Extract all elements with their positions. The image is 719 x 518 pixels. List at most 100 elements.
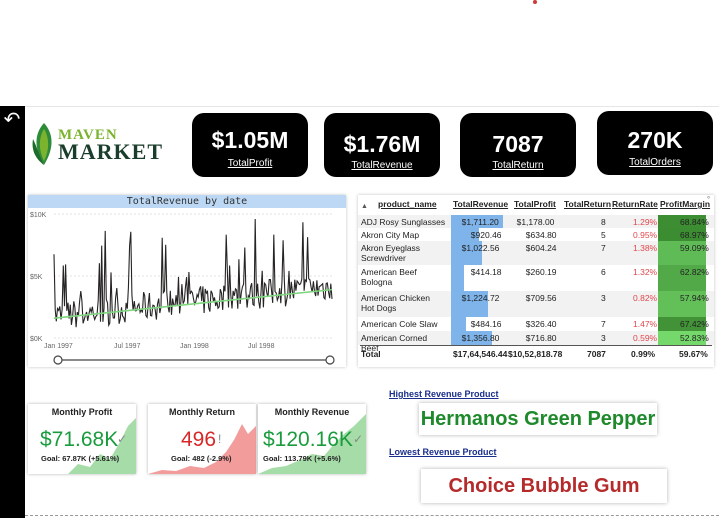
total-revenue-cell: $414.18 xyxy=(470,267,502,277)
kpi-label[interactable]: TotalProfit xyxy=(192,158,308,169)
check-icon: ✓ xyxy=(117,432,128,446)
product-name: American Chicken xyxy=(361,293,430,303)
total-profit: $10,52,818.78 xyxy=(508,349,563,359)
total-revenue-cell: $1,224.72 xyxy=(461,293,500,303)
total-return: 7087 xyxy=(587,349,606,359)
total-profit-cell: $604.24 xyxy=(525,243,557,253)
left-panel-strip xyxy=(0,106,25,518)
monthly-revenue-value: $120.16K xyxy=(263,428,353,451)
kpi-label[interactable]: TotalReturn xyxy=(460,160,576,171)
total-return-cell: 3 xyxy=(601,333,606,343)
return-rate-cell: 1.32% xyxy=(633,267,658,277)
kpi-value: $1.76M xyxy=(343,131,421,157)
lowest-revenue-product: Choice Bubble Gum xyxy=(421,469,667,503)
status-dot xyxy=(533,0,537,4)
check-icon: ✓ xyxy=(353,432,364,446)
total-profit-cell: $260.19 xyxy=(525,267,557,277)
col-header-product-name[interactable]: product_name xyxy=(378,199,437,209)
product-name: Akron City Map xyxy=(361,230,420,240)
x-tick-label: Jan 1998 xyxy=(180,343,209,350)
product-name-line2: Hot Dogs xyxy=(361,303,397,313)
monthly-profit-card[interactable]: Monthly Profit $71.68K Goal: 67.87K (+5.… xyxy=(28,404,136,474)
report-top-border xyxy=(25,106,719,107)
monthly-return-card[interactable]: Monthly Return 496 Goal: 482 (-2.9%) ! xyxy=(148,404,256,474)
total-return-cell: 6 xyxy=(601,267,606,277)
profit-margin-cell: 59.09% xyxy=(680,243,709,253)
return-rate-cell: 0.59% xyxy=(633,333,658,343)
lowest-revenue-label[interactable]: Lowest Revenue Product xyxy=(389,447,497,457)
total-profit-cell: $326.40 xyxy=(525,319,557,329)
kpi-label[interactable]: TotalOrders xyxy=(597,157,713,168)
daily-revenue-line xyxy=(53,218,333,328)
total-profit-cell: $1,178.00 xyxy=(516,217,555,227)
y-tick-label: $0K xyxy=(30,336,43,343)
total-return-cell: 8 xyxy=(601,217,606,227)
chart-title: TotalRevenue by date xyxy=(28,195,346,208)
return-rate-cell: 0.95% xyxy=(633,230,658,240)
maven-market-logo: MAVEN MARKET xyxy=(31,118,171,168)
product-name: Akron Eyeglass xyxy=(361,243,421,253)
product-table[interactable]: product_name TotalRevenue TotalProfit To… xyxy=(358,195,714,367)
monthly-profit-title: Monthly Profit xyxy=(51,407,113,417)
product-name: ADJ Rosy Sunglasses xyxy=(361,217,446,227)
total-profit-margin: 59.67% xyxy=(679,349,708,359)
profit-margin-cell: 68.84% xyxy=(680,217,709,227)
total-return-cell: 3 xyxy=(601,293,606,303)
total-profit-cell: $716.80 xyxy=(525,333,557,343)
kpi-label[interactable]: TotalRevenue xyxy=(324,160,440,171)
monthly-profit-value: $71.68K xyxy=(40,428,119,451)
revenue-by-date-chart[interactable]: TotalRevenue by date $10K $5K $0K Jan 1997… xyxy=(28,195,346,367)
kpi-value: $1.05M xyxy=(211,127,289,153)
return-rate-cell: 1.38% xyxy=(633,243,658,253)
col-header-total-profit[interactable]: TotalProfit xyxy=(514,199,556,209)
product-name-line2: Screwdriver xyxy=(361,253,406,263)
highest-revenue-product: Hermanos Green Pepper xyxy=(419,403,657,435)
total-revenue-cell: $1,711.20 xyxy=(461,217,499,227)
col-header-profit-margin[interactable]: ProfitMargin xyxy=(660,199,710,209)
monthly-return-goal: Goal: 482 (-2.9%) xyxy=(171,454,232,463)
sort-asc-icon[interactable]: ▲ xyxy=(361,203,368,210)
monthly-profit-goal: Goal: 67.87K (+5.61%) xyxy=(41,454,120,463)
revenue-data-bar xyxy=(451,317,466,331)
monthly-revenue-goal: Goal: 113.79K (+5.6%) xyxy=(263,454,341,463)
total-profit-cell: $634.80 xyxy=(525,230,557,240)
profit-margin-cell: 62.82% xyxy=(680,267,709,277)
total-revenue-cell: $1,356.80 xyxy=(461,333,500,343)
kpi-total-return: 7087 TotalReturn xyxy=(460,113,576,177)
total-revenue: $17,64,546.44 xyxy=(453,349,508,359)
kpi-value: 270K xyxy=(627,127,683,153)
total-label: Total xyxy=(361,349,381,359)
more-options-icon[interactable]: ° xyxy=(707,195,710,204)
kpi-total-profit: $1.05M TotalProfit xyxy=(192,113,308,177)
profit-margin-cell: 52.83% xyxy=(680,333,709,343)
back-arrow-icon[interactable]: ↶ xyxy=(2,110,22,130)
col-header-total-return[interactable]: TotalReturn xyxy=(564,199,611,209)
revenue-data-bar xyxy=(451,265,464,291)
y-tick-label: $5K xyxy=(30,274,43,281)
product-name: American Cole Slaw xyxy=(361,319,438,329)
total-divider xyxy=(360,345,712,346)
profit-margin-cell: 67.42% xyxy=(680,319,709,329)
page-bottom-border xyxy=(25,515,719,516)
monthly-return-value: 496 xyxy=(181,428,217,451)
monthly-return-title: Monthly Return xyxy=(169,407,235,417)
monthly-revenue-card[interactable]: Monthly Revenue $120.16K Goal: 113.79K (… xyxy=(258,404,366,474)
range-slider-end-handle[interactable] xyxy=(325,355,335,365)
total-profit-cell: $709.56 xyxy=(525,293,557,303)
kpi-value: 7087 xyxy=(492,131,544,157)
highest-revenue-label[interactable]: Highest Revenue Product xyxy=(389,389,499,399)
kpi-total-orders: 270K TotalOrders xyxy=(597,111,713,175)
range-slider-start-handle[interactable] xyxy=(53,355,63,365)
total-revenue-cell: $920.46 xyxy=(470,230,502,240)
total-return-cell: 7 xyxy=(601,243,606,253)
col-header-total-revenue[interactable]: TotalRevenue xyxy=(453,199,508,209)
kpi-total-revenue: $1.76M TotalRevenue xyxy=(324,113,440,177)
product-name: American Beef xyxy=(361,267,417,277)
return-rate-cell: 1.29% xyxy=(633,217,658,227)
col-header-return-rate[interactable]: ReturnRate xyxy=(612,199,658,209)
alert-icon: ! xyxy=(218,432,222,446)
revenue-line-chart[interactable]: $10K $5K $0K Jan 1997 Jul 1997 Jan 1998 Jul 1… xyxy=(28,208,346,367)
total-return-rate: 0.99% xyxy=(631,349,656,359)
profit-margin-cell: 68.97% xyxy=(680,230,709,240)
return-rate-cell: 0.82% xyxy=(633,293,658,303)
